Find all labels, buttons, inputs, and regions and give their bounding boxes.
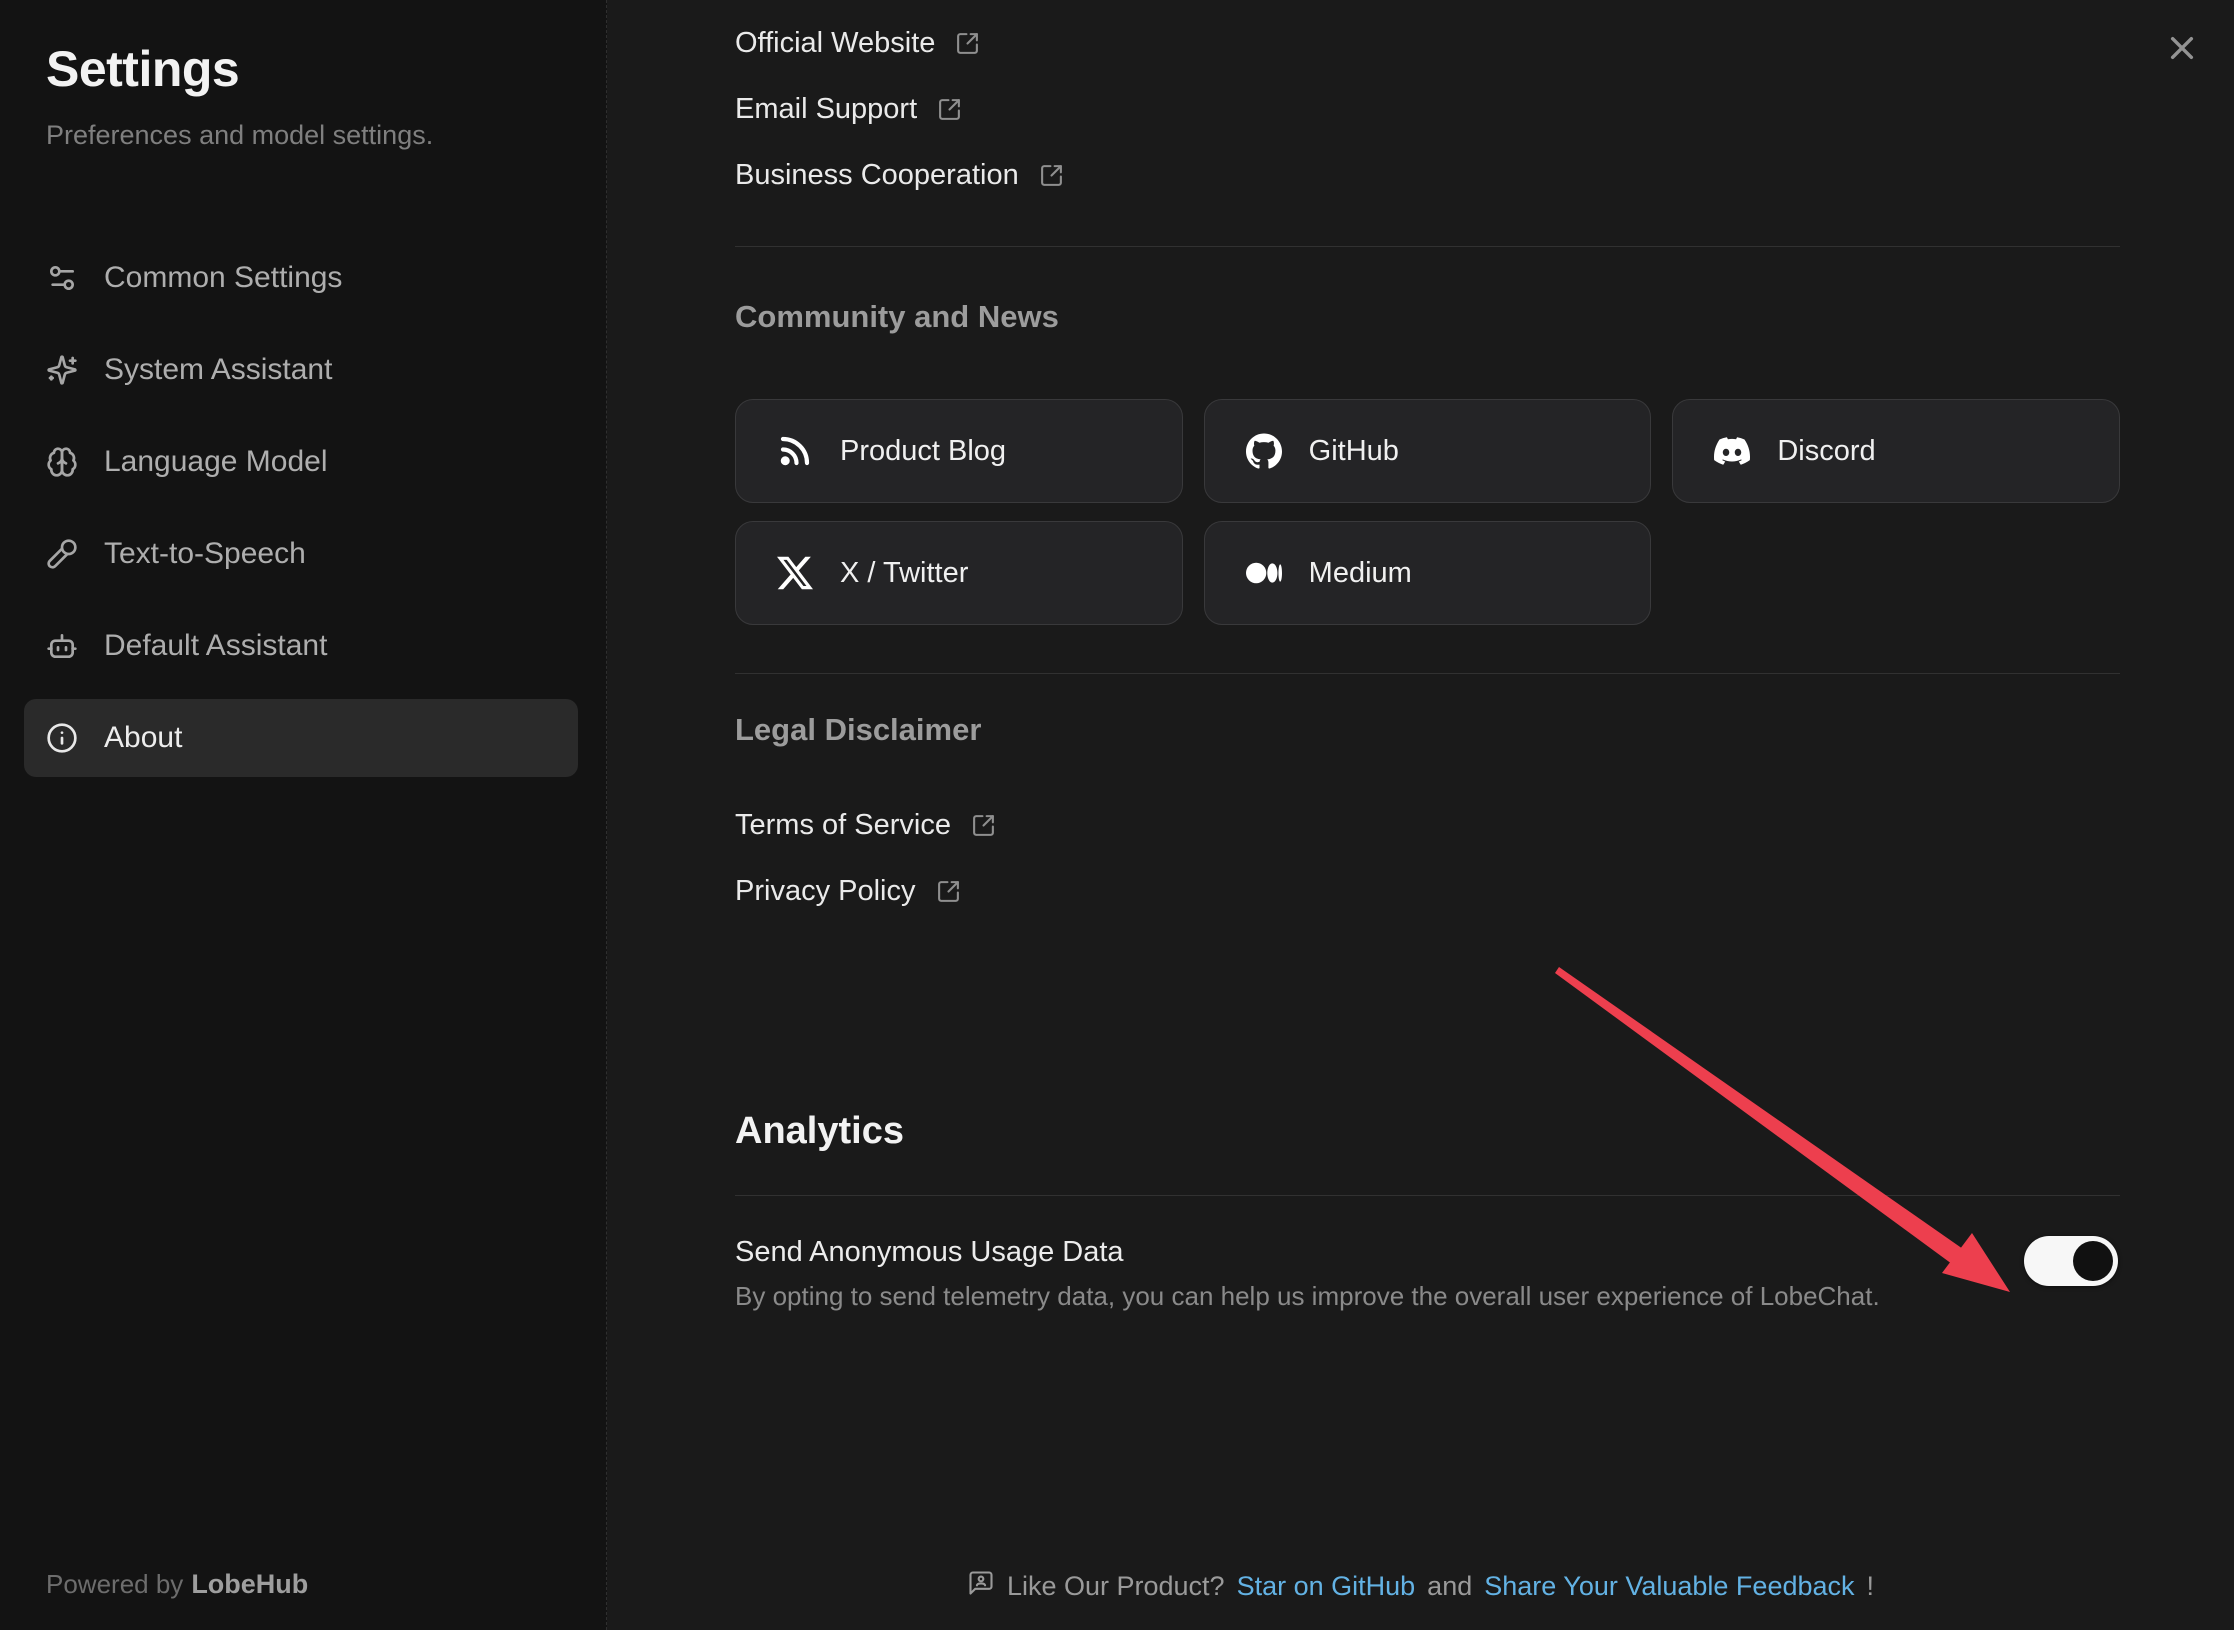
footer-text-suffix: !	[1867, 1571, 1875, 1602]
sidebar-item-text-to-speech[interactable]: Text-to-Speech	[24, 515, 578, 593]
contact-links: Official Website Email Support Business …	[735, 10, 2120, 208]
sidebar-nav: Common Settings System Assistant Languag…	[24, 239, 578, 777]
external-link-icon	[936, 879, 961, 904]
button-label: Product Blog	[840, 435, 1006, 468]
sliders-icon	[46, 262, 78, 294]
sidebar-item-label: System Assistant	[104, 353, 332, 387]
button-label: Medium	[1309, 557, 1412, 590]
rss-icon	[776, 432, 814, 470]
sidebar-item-label: Language Model	[104, 445, 328, 479]
external-link-icon	[1039, 163, 1064, 188]
powered-by: Powered by LobeHub	[46, 1569, 308, 1600]
usage-data-toggle[interactable]	[2024, 1236, 2118, 1286]
feedback-footer: Like Our Product? Star on GitHub and Sha…	[607, 1569, 2234, 1604]
contact-us-heading: Contact Us	[735, 0, 2120, 2]
analytics-heading: Analytics	[735, 1110, 2120, 1153]
link-label: Official Website	[735, 27, 935, 60]
medium-icon	[1245, 554, 1283, 592]
sparkles-icon	[46, 354, 78, 386]
sidebar-item-system-assistant[interactable]: System Assistant	[24, 331, 578, 409]
x-twitter-button[interactable]: X / Twitter	[735, 521, 1183, 625]
page-title: Settings	[46, 40, 576, 98]
sidebar-item-label: Default Assistant	[104, 629, 327, 663]
bot-icon	[46, 630, 78, 662]
about-panel: Contact Us Official Website Email Suppor…	[607, 0, 2234, 1630]
link-label: Terms of Service	[735, 809, 951, 842]
sidebar-item-language-model[interactable]: Language Model	[24, 423, 578, 501]
sidebar-item-about[interactable]: About	[24, 699, 578, 777]
close-button[interactable]	[2162, 28, 2202, 68]
feedback-bubble-icon	[967, 1569, 995, 1604]
medium-button[interactable]: Medium	[1204, 521, 1652, 625]
section-divider	[735, 1195, 2120, 1196]
external-link-icon	[971, 813, 996, 838]
section-divider	[735, 246, 2120, 247]
page-subtitle: Preferences and model settings.	[46, 120, 576, 151]
usage-data-description: By opting to send telemetry data, you ca…	[735, 1278, 2120, 1314]
share-feedback-link[interactable]: Share Your Valuable Feedback	[1484, 1571, 1854, 1602]
product-blog-button[interactable]: Product Blog	[735, 399, 1183, 503]
external-link-icon	[937, 97, 962, 122]
footer-text-middle: and	[1427, 1571, 1472, 1602]
sidebar-item-label: Common Settings	[104, 261, 342, 295]
x-icon	[776, 554, 814, 592]
sidebar-item-label: Text-to-Speech	[104, 537, 306, 571]
github-icon	[1245, 432, 1283, 470]
sidebar-item-label: About	[104, 721, 182, 755]
terms-of-service-link[interactable]: Terms of Service	[735, 792, 2120, 858]
community-heading: Community and News	[735, 299, 2120, 335]
usage-data-title: Send Anonymous Usage Data	[735, 1232, 2120, 1272]
community-buttons: Product Blog GitHub Discord X / Twitter	[735, 399, 2120, 625]
powered-by-text: Powered by	[46, 1569, 183, 1599]
business-cooperation-link[interactable]: Business Cooperation	[735, 142, 2120, 208]
discord-icon	[1713, 432, 1751, 470]
email-support-link[interactable]: Email Support	[735, 76, 2120, 142]
star-on-github-link[interactable]: Star on GitHub	[1237, 1571, 1416, 1602]
settings-sidebar: Settings Preferences and model settings.…	[0, 0, 607, 1630]
legal-links: Terms of Service Privacy Policy	[735, 792, 2120, 924]
sidebar-item-common-settings[interactable]: Common Settings	[24, 239, 578, 317]
legal-heading: Legal Disclaimer	[735, 712, 2120, 748]
toggle-knob	[2073, 1241, 2113, 1281]
official-website-link[interactable]: Official Website	[735, 10, 2120, 76]
discord-button[interactable]: Discord	[1672, 399, 2120, 503]
link-label: Business Cooperation	[735, 159, 1019, 192]
sidebar-item-default-assistant[interactable]: Default Assistant	[24, 607, 578, 685]
settings-modal: Settings Preferences and model settings.…	[0, 0, 2234, 1630]
mic-icon	[46, 538, 78, 570]
brain-icon	[46, 446, 78, 478]
analytics-setting-row: Send Anonymous Usage Data By opting to s…	[735, 1232, 2120, 1314]
button-label: Discord	[1777, 435, 1875, 468]
section-divider	[735, 673, 2120, 674]
info-icon	[46, 722, 78, 754]
link-label: Email Support	[735, 93, 917, 126]
link-label: Privacy Policy	[735, 875, 916, 908]
footer-text-prefix: Like Our Product?	[1007, 1571, 1225, 1602]
external-link-icon	[955, 31, 980, 56]
github-button[interactable]: GitHub	[1204, 399, 1652, 503]
privacy-policy-link[interactable]: Privacy Policy	[735, 858, 2120, 924]
lobehub-brand[interactable]: LobeHub	[191, 1569, 308, 1599]
button-label: GitHub	[1309, 435, 1399, 468]
button-label: X / Twitter	[840, 557, 968, 590]
